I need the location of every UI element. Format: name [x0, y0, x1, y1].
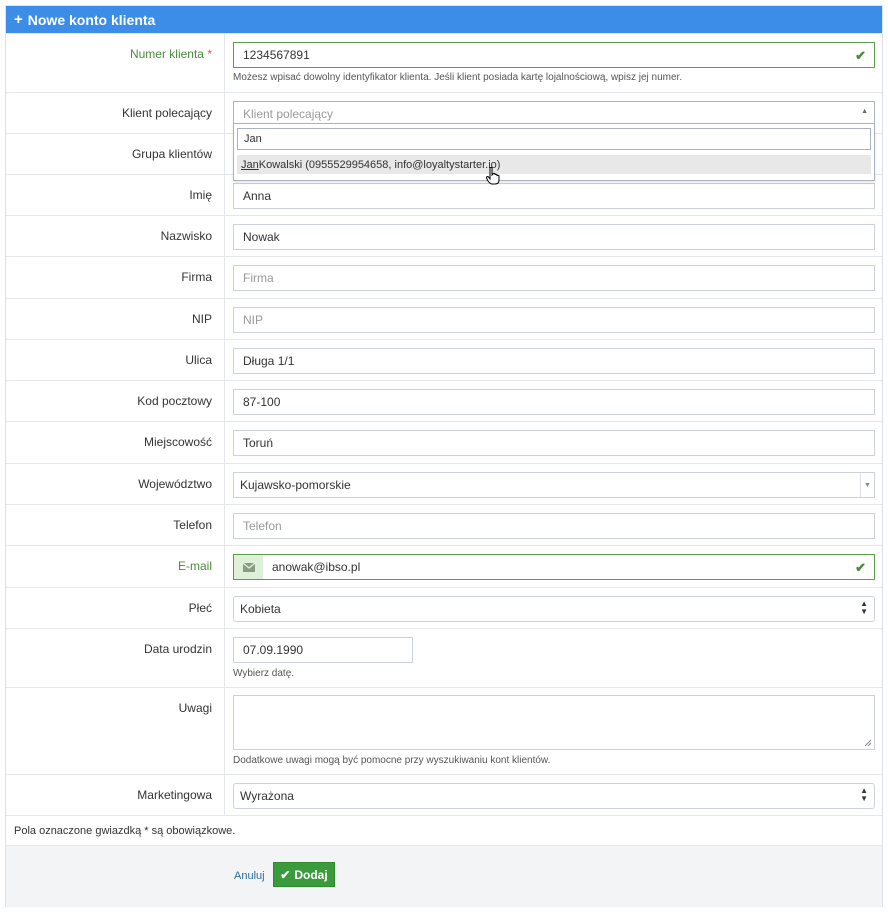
plus-icon: + — [14, 11, 23, 28]
last-name-input[interactable]: Nowak — [233, 224, 875, 250]
street-input[interactable]: Długa 1/1 — [233, 348, 875, 374]
check-icon: ✔ — [855, 560, 866, 575]
notes-textarea[interactable] — [233, 695, 875, 750]
updown-icon: ▲ ▼ — [860, 786, 868, 803]
row-gender: Płeć Kobieta ▲ ▼ — [6, 587, 882, 628]
nip-label: NIP — [6, 299, 225, 339]
voivodeship-label: Województwo — [6, 464, 225, 504]
company-input[interactable]: Firma — [233, 265, 875, 291]
postal-code-input[interactable]: 87-100 — [233, 389, 875, 415]
resize-handle-icon[interactable] — [864, 739, 872, 747]
row-phone: Telefon Telefon — [6, 504, 882, 545]
required-asterisk: * — [207, 47, 212, 61]
check-icon: ✔ — [280, 867, 291, 882]
marketing-select[interactable]: Wyrażona ▲ ▼ — [233, 783, 875, 809]
gender-select[interactable]: Kobieta ▲ ▼ — [233, 596, 875, 622]
row-postal-code: Kod pocztowy 87-100 — [6, 380, 882, 421]
customer-number-label: Numer klienta — [129, 47, 204, 61]
row-notes: Uwagi Dodatkowe uwagi mogą być pomocne p… — [6, 687, 882, 774]
row-last-name: Nazwisko Nowak — [6, 215, 882, 256]
row-marketing: Marketingowa Wyrażona ▲ ▼ — [6, 774, 882, 815]
phone-label: Telefon — [6, 505, 225, 545]
panel-header: + Nowe konto klienta — [6, 6, 882, 33]
birth-date-input[interactable]: 07.09.1990 — [233, 637, 413, 663]
city-input[interactable]: Toruń — [233, 430, 875, 456]
cancel-link[interactable]: Anuluj — [234, 870, 265, 882]
customer-group-label: Grupa klientów — [6, 134, 225, 174]
referrer-search-input[interactable]: Jan — [237, 128, 871, 150]
first-name-label: Imię — [6, 175, 225, 215]
marketing-label: Marketingowa — [6, 775, 225, 815]
birth-date-help: Wybierz datę. — [233, 668, 295, 679]
form-actions: Anuluj ✔ Dodaj — [6, 845, 882, 907]
gender-label: Płeć — [6, 588, 225, 628]
customer-number-help: Możesz wpisać dowolny identyfikator klie… — [233, 72, 683, 83]
referrer-option[interactable]: Jan Kowalski (0955529954658, info@loyalt… — [237, 155, 871, 174]
voivodeship-select[interactable]: Kujawsko-pomorskie ▼ — [233, 472, 875, 498]
email-input[interactable]: anowak@ibso.pl ✔ — [263, 554, 875, 580]
street-label: Ulica — [6, 340, 225, 380]
row-email: E-mail anowak@ibso.pl ✔ — [6, 545, 882, 587]
page-title: Nowe konto klienta — [27, 11, 156, 28]
new-customer-panel: + Nowe konto klienta Numer klienta * 123… — [5, 5, 883, 907]
row-street: Ulica Długa 1/1 — [6, 339, 882, 380]
customer-number-input[interactable]: 1234567891 ✔ — [233, 42, 875, 68]
caret-down-icon: ▼ — [860, 473, 874, 497]
row-nip: NIP NIP — [6, 298, 882, 339]
city-label: Miejscowość — [6, 422, 225, 463]
notes-help: Dodatkowe uwagi mogą być pomocne przy wy… — [233, 755, 551, 766]
postal-code-label: Kod pocztowy — [6, 381, 225, 421]
referrer-label: Klient polecający — [6, 93, 225, 133]
first-name-input[interactable]: Anna — [233, 183, 875, 209]
row-city: Miejscowość Toruń — [6, 421, 882, 463]
row-birth-date: Data urodzin 07.09.1990 Wybierz datę. — [6, 628, 882, 687]
row-customer-number: Numer klienta * 1234567891 ✔ Możesz wpis… — [6, 33, 882, 92]
envelope-icon — [233, 554, 264, 580]
row-company: Firma Firma — [6, 256, 882, 298]
birth-date-label: Data urodzin — [6, 629, 225, 687]
updown-icon: ▲ ▼ — [860, 599, 868, 616]
last-name-label: Nazwisko — [6, 216, 225, 256]
nip-input[interactable]: NIP — [233, 307, 875, 333]
hand-cursor-icon — [486, 167, 500, 185]
row-voivodeship: Województwo Kujawsko-pomorskie ▼ — [6, 463, 882, 504]
company-label: Firma — [6, 257, 225, 298]
email-label: E-mail — [6, 546, 225, 587]
check-icon: ✔ — [855, 48, 866, 63]
add-button[interactable]: ✔ Dodaj — [273, 862, 335, 887]
phone-input[interactable]: Telefon — [233, 513, 875, 539]
referrer-dropdown: Jan Jan Kowalski (0955529954658, info@lo… — [233, 123, 875, 181]
notes-label: Uwagi — [6, 688, 225, 774]
required-fields-note: Pola oznaczone gwiazdką * są obowiązkowe… — [6, 815, 882, 845]
caret-up-icon: ▲ — [861, 108, 868, 115]
